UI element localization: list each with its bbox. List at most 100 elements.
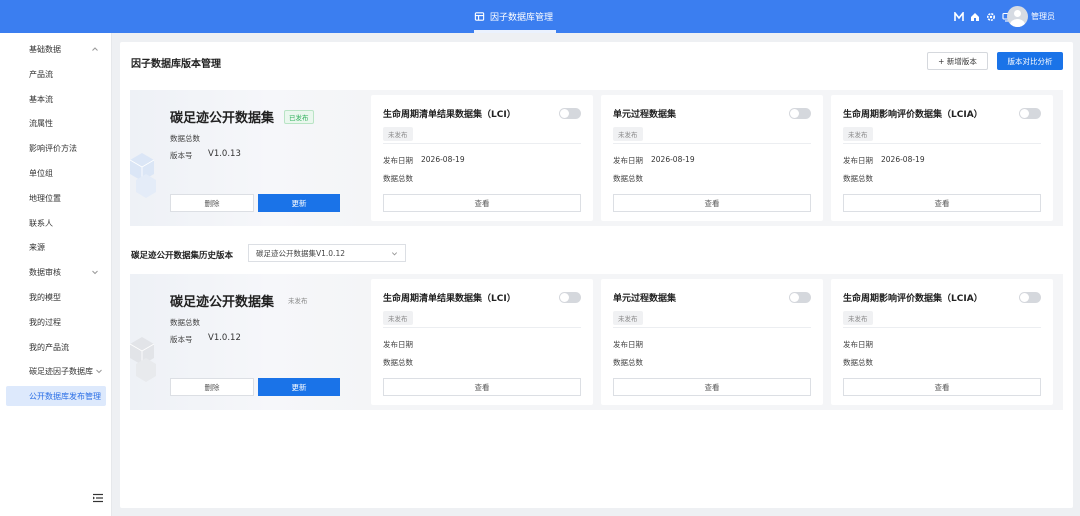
delete-button[interactable]: 删除 bbox=[170, 194, 254, 212]
date-value: 2026-08-19 bbox=[421, 155, 465, 164]
app-title: 因子数据库管理 bbox=[490, 13, 554, 23]
database-icon bbox=[474, 12, 485, 21]
history-label: 碳足迹公开数据集历史版本 bbox=[131, 251, 234, 261]
view-button[interactable]: 查看 bbox=[843, 378, 1041, 396]
date-label: 发布日期 bbox=[613, 156, 643, 165]
cube-decoration-icon bbox=[130, 153, 156, 198]
gear-icon[interactable] bbox=[986, 12, 996, 22]
status-tag: 未发布 bbox=[383, 127, 413, 141]
avatar[interactable] bbox=[1007, 6, 1028, 27]
publish-toggle[interactable] bbox=[1019, 108, 1041, 119]
view-button[interactable]: 查看 bbox=[613, 378, 811, 396]
divider bbox=[383, 143, 581, 144]
menu-collapse-icon[interactable] bbox=[92, 492, 104, 504]
sidebar-item-label: 公开数据库发布管理 bbox=[29, 391, 101, 401]
m-logo-icon[interactable] bbox=[954, 11, 964, 22]
publish-toggle[interactable] bbox=[559, 292, 581, 303]
sidebar-item-elementary-flow[interactable]: 基本流 bbox=[0, 89, 112, 109]
view-button[interactable]: 查看 bbox=[383, 194, 581, 212]
publish-toggle[interactable] bbox=[1019, 292, 1041, 303]
page-title: 因子数据库版本管理 bbox=[131, 59, 221, 70]
count-label: 数据总数 bbox=[383, 174, 413, 183]
delete-button[interactable]: 删除 bbox=[170, 378, 254, 396]
sidebar-item-label: 来源 bbox=[29, 242, 45, 252]
sidebar-item-label: 我的过程 bbox=[29, 317, 61, 327]
sidebar-item-flow-property[interactable]: 流属性 bbox=[0, 113, 112, 133]
sidebar-item-public-db-release[interactable]: 公开数据库发布管理 bbox=[6, 386, 106, 406]
date-value: 2026-08-19 bbox=[651, 155, 695, 164]
divider bbox=[843, 327, 1041, 328]
publish-toggle[interactable] bbox=[789, 292, 811, 303]
view-button[interactable]: 查看 bbox=[613, 194, 811, 212]
new-version-button[interactable]: + 新增版本 bbox=[927, 52, 988, 70]
sidebar-item-label: 我的产品流 bbox=[29, 342, 69, 352]
publish-toggle[interactable] bbox=[789, 108, 811, 119]
publish-toggle[interactable] bbox=[559, 108, 581, 119]
sidebar-item-location[interactable]: 地理位置 bbox=[0, 188, 112, 208]
sidebar-item-label: 联系人 bbox=[29, 218, 53, 228]
card-title: 生命周期影响评价数据集（LCIA） bbox=[843, 294, 983, 304]
sidebar-item-my-model[interactable]: 我的模型 bbox=[0, 287, 112, 307]
sidebar-item-basic-data[interactable]: 基础数据 bbox=[0, 39, 112, 59]
sidebar-item-label: 基础数据 bbox=[29, 44, 61, 54]
count-label: 数据总数 bbox=[613, 358, 643, 367]
date-label: 发布日期 bbox=[613, 340, 643, 349]
sidebar-item-label: 地理位置 bbox=[29, 193, 61, 203]
sidebar-item-label: 流属性 bbox=[29, 118, 53, 128]
sidebar-item-label: 数据审核 bbox=[29, 267, 61, 277]
card-title: 单元过程数据集 bbox=[613, 110, 677, 120]
sidebar-item-unit-group[interactable]: 单位组 bbox=[0, 163, 112, 183]
sidebar-item-my-process[interactable]: 我的过程 bbox=[0, 312, 112, 332]
dataset-card-lci: 生命周期清单结果数据集（LCI） 未发布 发布日期 数据总数 查看 bbox=[371, 279, 593, 405]
sidebar-item-contact[interactable]: 联系人 bbox=[0, 213, 112, 233]
status-tag: 未发布 bbox=[383, 311, 413, 325]
sidebar-item-label: 影响评价方法 bbox=[29, 143, 77, 153]
view-button[interactable]: 查看 bbox=[843, 194, 1041, 212]
divider bbox=[613, 143, 811, 144]
sidebar-item-label: 我的模型 bbox=[29, 292, 61, 302]
sidebar-item-source[interactable]: 来源 bbox=[0, 237, 112, 257]
count-label: 数据总数 bbox=[170, 318, 200, 327]
divider bbox=[383, 327, 581, 328]
update-button[interactable]: 更新 bbox=[258, 378, 340, 396]
count-label: 数据总数 bbox=[383, 358, 413, 367]
dataset-title: 碳足迹公开数据集 bbox=[170, 111, 275, 126]
select-value: 碳足迹公开数据集V1.0.12 bbox=[256, 248, 345, 258]
chevron-down-icon bbox=[96, 369, 102, 374]
date-label: 发布日期 bbox=[383, 156, 413, 165]
count-label: 数据总数 bbox=[613, 174, 643, 183]
history-version-select[interactable]: 碳足迹公开数据集V1.0.12 bbox=[248, 244, 406, 262]
sidebar: 基础数据 产品流 基本流 流属性 影响评价方法 单位组 地理位置 联系人 来源 … bbox=[0, 33, 112, 516]
username[interactable]: 管理员 bbox=[1031, 0, 1055, 33]
view-button[interactable]: 查看 bbox=[383, 378, 581, 396]
sidebar-item-label: 碳足迹因子数据库 bbox=[29, 366, 93, 376]
status-tag: 未发布 bbox=[843, 127, 873, 141]
version-number: V1.0.13 bbox=[208, 149, 241, 159]
card-title: 单元过程数据集 bbox=[613, 294, 677, 304]
version-hero: 碳足迹公开数据集 未发布 数据总数 版本号 V1.0.12 删除 更新 bbox=[130, 274, 365, 410]
date-label: 发布日期 bbox=[843, 156, 873, 165]
cube-decoration-icon bbox=[130, 337, 156, 382]
chevron-down-icon bbox=[92, 270, 98, 275]
sidebar-item-carbon-factor-db[interactable]: 碳足迹因子数据库 bbox=[0, 361, 112, 381]
compare-versions-button[interactable]: 版本对比分析 bbox=[997, 52, 1063, 70]
card-title: 生命周期影响评价数据集（LCIA） bbox=[843, 110, 983, 120]
dataset-title: 碳足迹公开数据集 bbox=[170, 295, 275, 310]
update-button[interactable]: 更新 bbox=[258, 194, 340, 212]
sidebar-item-data-review[interactable]: 数据审核 bbox=[0, 262, 112, 282]
version-number: V1.0.12 bbox=[208, 333, 241, 343]
sidebar-item-impact-method[interactable]: 影响评价方法 bbox=[0, 138, 112, 158]
current-version-group: 碳足迹公开数据集 已发布 数据总数 版本号 V1.0.13 删除 更新 生命周期… bbox=[130, 90, 1063, 226]
app-title-tab[interactable]: 因子数据库管理 bbox=[474, 0, 553, 33]
date-label: 发布日期 bbox=[843, 340, 873, 349]
count-label: 数据总数 bbox=[843, 358, 873, 367]
dataset-card-lcia: 生命周期影响评价数据集（LCIA） 未发布 发布日期 2026-08-19 数据… bbox=[831, 95, 1053, 221]
status-tag: 未发布 bbox=[843, 311, 873, 325]
sidebar-item-my-product-flow[interactable]: 我的产品流 bbox=[0, 337, 112, 357]
dataset-card-lcia: 生命周期影响评价数据集（LCIA） 未发布 发布日期 数据总数 查看 bbox=[831, 279, 1053, 405]
sidebar-item-product-flow[interactable]: 产品流 bbox=[0, 64, 112, 84]
sidebar-item-label: 产品流 bbox=[29, 69, 53, 79]
active-tab-indicator bbox=[474, 30, 556, 33]
version-label: 版本号 bbox=[170, 335, 193, 344]
home-icon[interactable] bbox=[970, 12, 980, 22]
